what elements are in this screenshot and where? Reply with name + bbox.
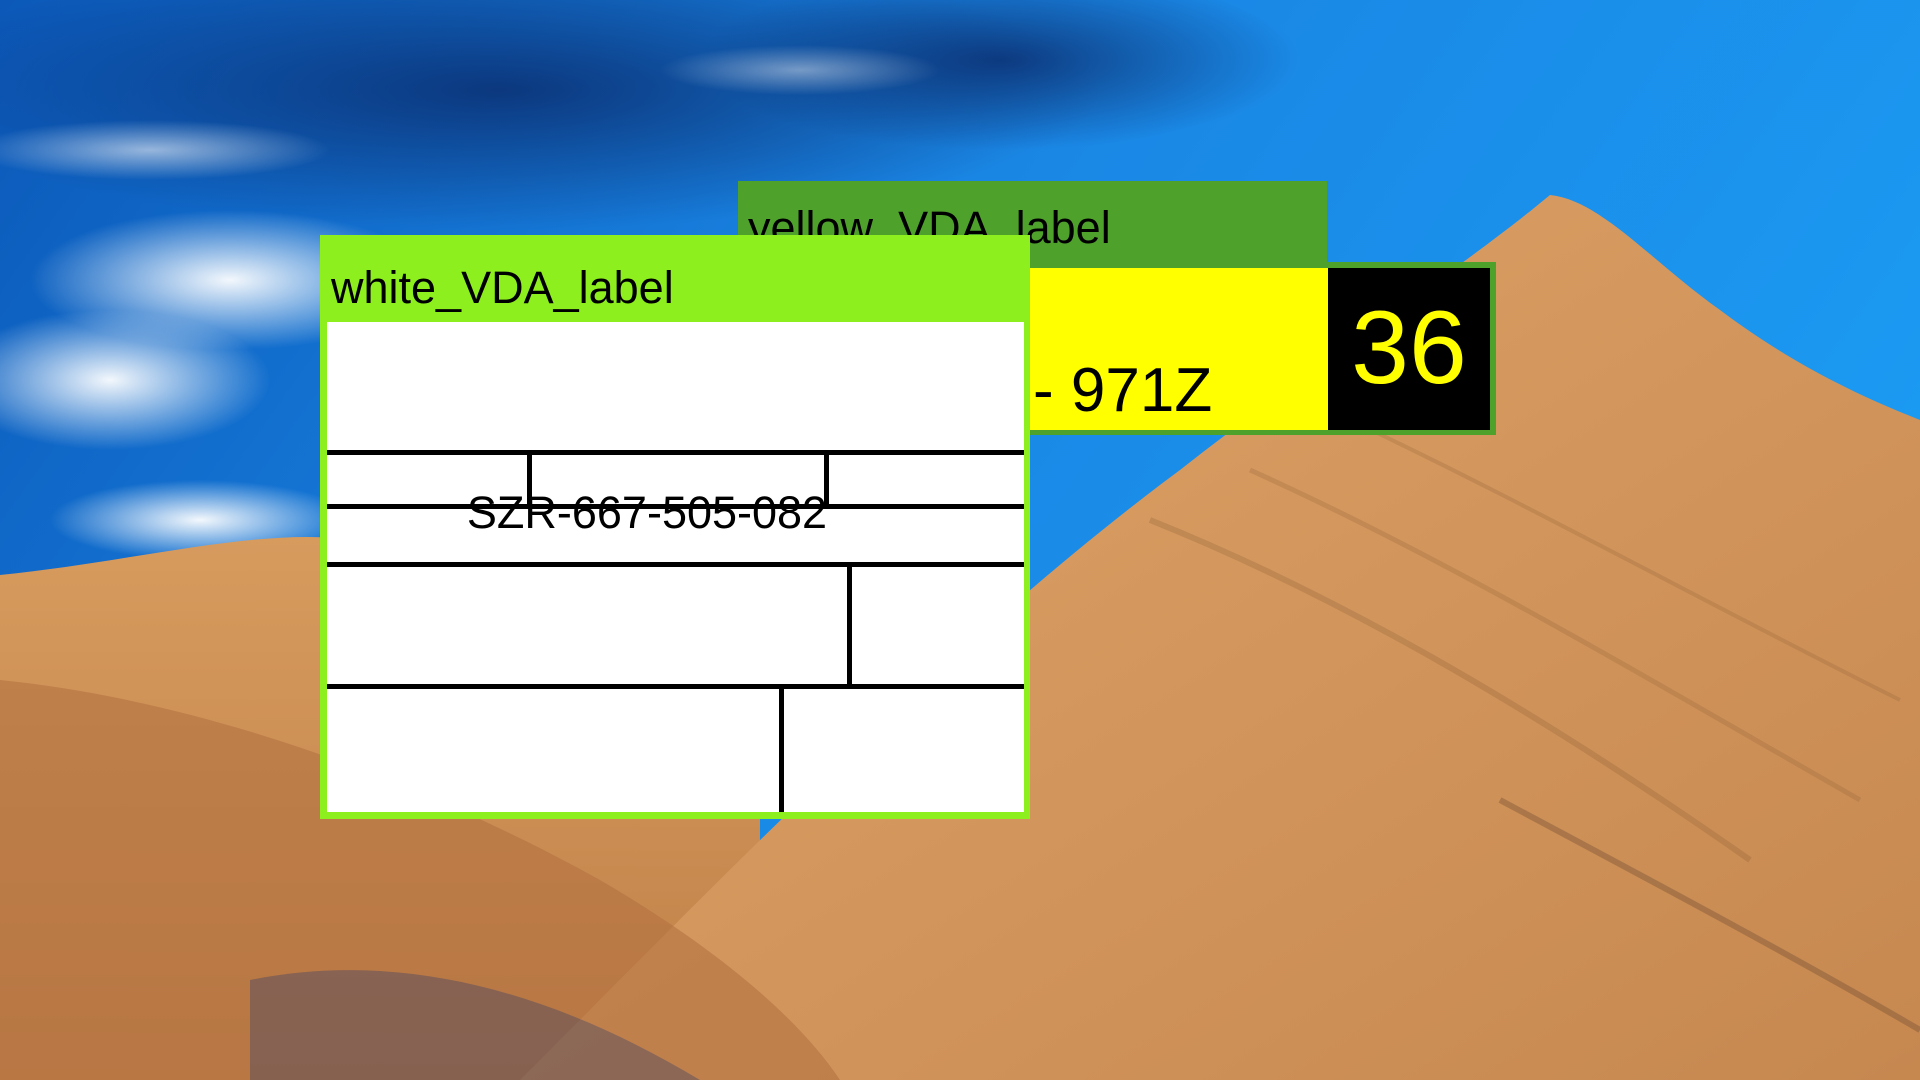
white-label-window[interactable]: white_VDA_label SZR-667-505-082 (320, 235, 1030, 819)
form-column-divider-3 (847, 562, 852, 687)
form-divider-1 (327, 450, 1024, 455)
yellow-label-code: - 971Z (1033, 356, 1213, 425)
white-label-window-title: white_VDA_label (331, 262, 674, 313)
form-column-divider-4 (779, 684, 784, 812)
white-label-form: SZR-667-505-082 (327, 322, 1024, 812)
yellow-label-number: 36 (1351, 290, 1467, 406)
yellow-label-number-box: 36 (1328, 268, 1490, 430)
form-divider-4 (327, 684, 1024, 689)
form-divider-3 (327, 562, 1024, 567)
white-label-serial: SZR-667-505-082 (466, 487, 828, 538)
desktop: yellow_VDA_label - 971Z 36 white_VDA_lab… (0, 0, 1920, 1080)
